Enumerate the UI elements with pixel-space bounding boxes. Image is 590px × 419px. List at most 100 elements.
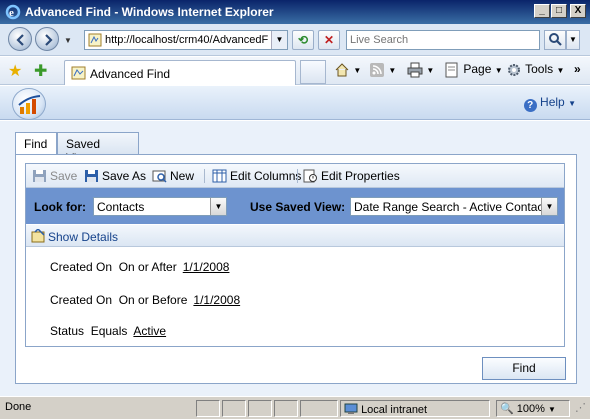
home-button[interactable]: ▼ (334, 62, 361, 78)
stop-button[interactable]: ✕ (318, 30, 340, 50)
add-favorites-icon[interactable]: ✚ (34, 61, 47, 81)
page-menu-label: Page (463, 62, 492, 77)
stop-icon: ✕ (323, 33, 335, 47)
crm-header: ? Help ▼ (0, 86, 590, 120)
look-for-value: Contacts (97, 200, 145, 214)
criteria-value[interactable]: 1/1/2008 (183, 260, 230, 274)
chevron-more-icon[interactable]: » (574, 62, 581, 76)
forward-arrow-icon (45, 34, 53, 46)
criteria-row: Status Equals Active (50, 324, 166, 338)
edit-properties-button[interactable]: Edit Properties (303, 169, 400, 183)
minimize-button[interactable]: _ (534, 4, 550, 18)
help-menu[interactable]: ? Help ▼ (523, 95, 576, 112)
status-text: Done (5, 401, 32, 413)
url-dropdown-icon[interactable]: ▼ (271, 31, 287, 49)
status-pane (222, 400, 246, 417)
resize-grip-icon[interactable]: ⋰ (572, 400, 588, 417)
back-arrow-icon (16, 34, 24, 46)
printer-icon (407, 62, 423, 78)
show-details-row[interactable]: Show Details (26, 225, 564, 247)
history-dropdown-icon[interactable]: ▼ (64, 36, 72, 45)
saved-view-select[interactable]: Date Range Search - Active Contacts ▼ (350, 197, 558, 216)
look-for-select[interactable]: Contacts ▼ (93, 197, 227, 216)
crm-logo-icon (18, 95, 41, 114)
tools-menu[interactable]: Tools ▼ (506, 62, 564, 78)
details-icon (31, 229, 45, 243)
save-label: Save (50, 169, 78, 183)
criteria-row: Created On On or After 1/1/2008 (50, 260, 229, 274)
ie-logo-icon: e (5, 4, 21, 20)
zoom-level: 100% (516, 403, 545, 415)
page-menu[interactable]: Page ▼ (444, 62, 503, 78)
page-icon (88, 33, 102, 47)
edit-properties-label: Edit Properties (321, 169, 400, 183)
new-button[interactable]: New (152, 169, 194, 183)
refresh-button[interactable]: ⟲ (292, 30, 314, 50)
forward-button[interactable] (35, 27, 59, 51)
status-bar: Done Local intranet 🔍 100% ▼ ⋰ (0, 396, 590, 419)
edit-columns-button[interactable]: Edit Columns (212, 169, 301, 183)
zoom-icon: 🔍 (500, 403, 514, 415)
search-box[interactable] (346, 30, 540, 50)
criteria-value[interactable]: 1/1/2008 (193, 293, 240, 307)
help-label: Help (540, 95, 565, 109)
criteria-text: Created On On or Before (50, 293, 188, 307)
chevron-down-icon: ▼ (541, 198, 557, 215)
show-details-label: Show Details (48, 230, 119, 244)
close-button[interactable]: X (570, 4, 586, 18)
url-text: http://localhost/crm40/AdvancedF (105, 34, 269, 46)
chevron-down-icon: ▼ (210, 198, 226, 215)
browser-tab-advanced-find[interactable]: Advanced Find (64, 60, 296, 85)
columns-icon (212, 169, 227, 183)
save-as-icon (85, 170, 98, 182)
command-bar: ★ ✚ Advanced Find ▼ ▼ ▼ Page ▼ Tools ▼ » (0, 57, 590, 85)
save-as-label: Save As (102, 169, 147, 183)
status-pane (274, 400, 298, 417)
edit-columns-label: Edit Columns (230, 169, 302, 183)
tools-menu-label: Tools (525, 62, 554, 77)
zoom-control[interactable]: 🔍 100% ▼ (496, 400, 570, 417)
page-menu-icon (445, 62, 458, 78)
look-for-label: Look for: (34, 200, 86, 214)
toolbar-divider (297, 169, 298, 183)
search-options-dropdown-icon[interactable]: ▼ (566, 30, 580, 50)
find-button[interactable]: Find (482, 357, 566, 380)
search-button[interactable] (544, 30, 566, 50)
query-toolbar: Save Save As New Edit Columns Edit Prope… (26, 164, 564, 188)
search-icon (549, 33, 562, 46)
criteria-text: Created On On or After (50, 260, 177, 274)
back-button[interactable] (8, 27, 32, 51)
title-bar: e Advanced Find - Windows Internet Explo… (0, 0, 590, 24)
save-as-button[interactable]: Save As (84, 169, 146, 183)
status-pane (196, 400, 220, 417)
look-for-row: Look for: Contacts ▼ Use Saved View: Dat… (26, 188, 564, 224)
status-pane (300, 400, 338, 417)
toolbar-divider (204, 169, 205, 183)
saved-view-label: Use Saved View: (250, 200, 346, 214)
tab-find[interactable]: Find (15, 132, 57, 156)
tab-saved-views[interactable]: Saved Views (57, 132, 139, 165)
query-builder: Save Save As New Edit Columns Edit Prope… (25, 163, 565, 347)
refresh-icon: ⟲ (297, 33, 309, 47)
criteria-row: Created On On or Before 1/1/2008 (50, 293, 240, 307)
properties-icon (303, 169, 317, 183)
window-title: Advanced Find - Windows Internet Explore… (25, 5, 274, 19)
crm-logo (12, 88, 46, 120)
save-button[interactable]: Save (32, 169, 77, 183)
globe-icon (344, 403, 358, 414)
new-query-icon (152, 170, 167, 183)
status-pane (248, 400, 272, 417)
search-input[interactable] (350, 32, 538, 48)
save-icon (33, 170, 46, 182)
feeds-button[interactable]: ▼ (369, 62, 396, 78)
svg-text:e: e (9, 7, 14, 19)
browser-tab-label: Advanced Find (90, 67, 171, 81)
security-zone[interactable]: Local intranet (340, 400, 490, 417)
criteria-value[interactable]: Active (133, 324, 166, 338)
new-tab-button[interactable] (300, 60, 326, 84)
print-button[interactable]: ▼ (407, 62, 434, 78)
favorites-star-icon[interactable]: ★ (8, 61, 22, 81)
help-icon: ? (523, 99, 537, 112)
maximize-button[interactable]: □ (551, 4, 567, 18)
url-field[interactable]: http://localhost/crm40/AdvancedF ▼ (84, 30, 288, 50)
